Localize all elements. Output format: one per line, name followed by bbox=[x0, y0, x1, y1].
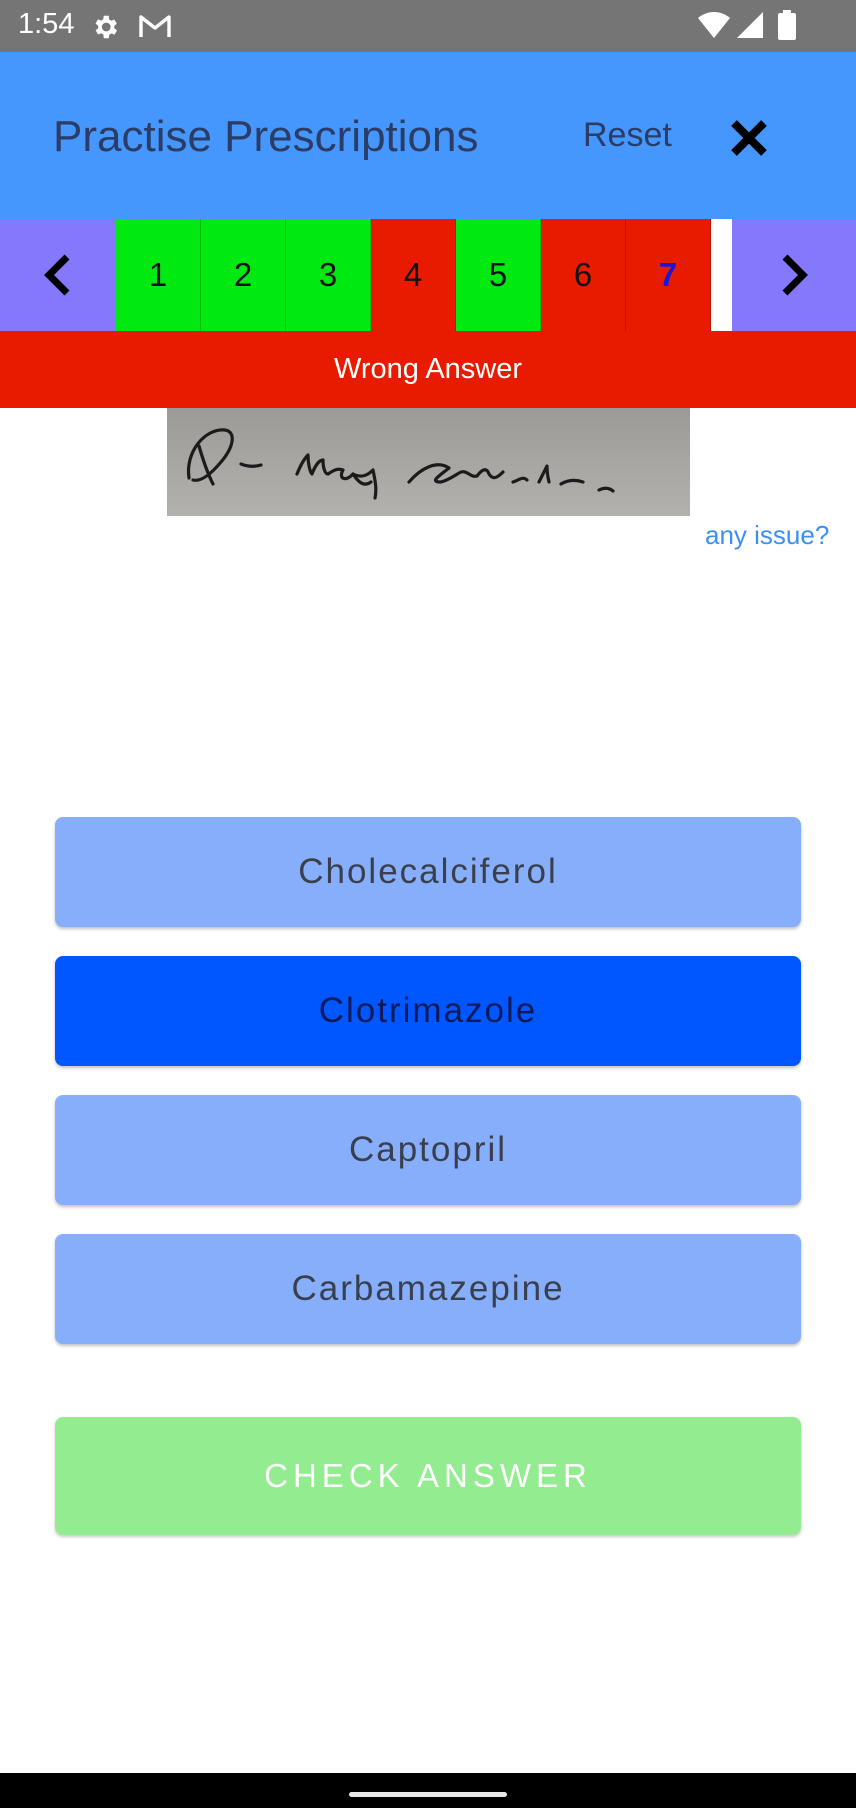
option-clotrimazole[interactable]: Clotrimazole bbox=[55, 956, 801, 1066]
question-number-5[interactable]: 5 bbox=[456, 219, 541, 331]
signal-icon bbox=[737, 12, 763, 38]
practise-prescriptions-screen: 1:54 Practise Prescriptions Reset 1 2 3 … bbox=[0, 0, 856, 1808]
gesture-navigation-bar bbox=[0, 1773, 856, 1808]
prescription-image bbox=[167, 408, 690, 516]
question-number-7[interactable]: 7 bbox=[626, 219, 711, 331]
next-question-button[interactable] bbox=[732, 219, 856, 331]
previous-question-button[interactable] bbox=[0, 219, 116, 331]
handwriting-drawing bbox=[186, 428, 615, 500]
question-navigator: 1234567 bbox=[0, 219, 856, 331]
close-icon[interactable] bbox=[728, 117, 770, 159]
report-issue-link[interactable]: any issue? bbox=[705, 520, 829, 551]
question-number-1[interactable]: 1 bbox=[116, 219, 201, 331]
home-gesture-handle[interactable] bbox=[349, 1792, 507, 1797]
option-captopril[interactable]: Captopril bbox=[55, 1095, 801, 1205]
question-number-3[interactable]: 3 bbox=[286, 219, 371, 331]
result-banner: Wrong Answer bbox=[0, 331, 856, 408]
battery-icon bbox=[778, 10, 796, 40]
question-number-6[interactable]: 6 bbox=[541, 219, 626, 331]
question-number-list: 1234567 bbox=[116, 219, 711, 331]
chevron-right-icon bbox=[782, 254, 808, 296]
chevron-left-icon bbox=[44, 254, 70, 296]
status-bar: 1:54 bbox=[0, 0, 856, 52]
question-number-2[interactable]: 2 bbox=[201, 219, 286, 331]
option-carbamazepine[interactable]: Carbamazepine bbox=[55, 1234, 801, 1344]
gear-icon bbox=[95, 15, 117, 39]
check-answer-button[interactable]: CHECK ANSWER bbox=[55, 1417, 801, 1535]
gmail-icon bbox=[139, 15, 171, 37]
app-bar: Practise Prescriptions Reset bbox=[0, 52, 856, 219]
wifi-icon bbox=[698, 12, 730, 38]
question-number-4[interactable]: 4 bbox=[371, 219, 456, 331]
reset-button[interactable]: Reset bbox=[583, 116, 672, 155]
status-time: 1:54 bbox=[18, 8, 75, 40]
page-title: Practise Prescriptions bbox=[53, 112, 479, 161]
option-cholecalciferol[interactable]: Cholecalciferol bbox=[55, 817, 801, 927]
